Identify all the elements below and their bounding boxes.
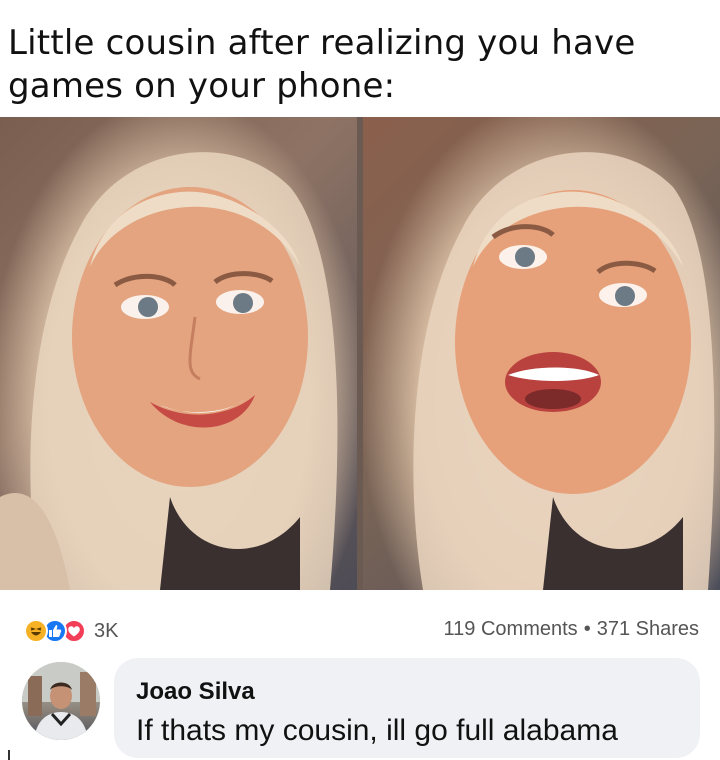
comment-bubble: Joao Silva If thats my cousin, ill go fu… [114,658,700,758]
avatar[interactable] [22,662,100,740]
comments-count-link[interactable]: 119 Comments [444,618,578,640]
shares-count-link[interactable]: 371 Shares [597,618,699,640]
excited-woman-photo [363,117,720,590]
comment-author[interactable]: Joao Silva [136,678,255,706]
reaction-count: 3K [94,619,119,642]
comment: Joao Silva If thats my cousin, ill go fu… [0,652,720,760]
haha-icon [24,619,48,643]
meme-image[interactable] [0,117,720,590]
thread-line [8,750,10,760]
engagement-stats: 119 Comments • 371 Shares [444,618,699,641]
stats-separator: • [583,618,591,640]
reactions-summary[interactable]: 3K [24,619,118,643]
comment-text: If thats my cousin, ill go full alabama [136,714,618,747]
smiling-woman-photo [0,117,357,590]
meme-caption: Little cousin after realizing you have g… [8,23,636,106]
